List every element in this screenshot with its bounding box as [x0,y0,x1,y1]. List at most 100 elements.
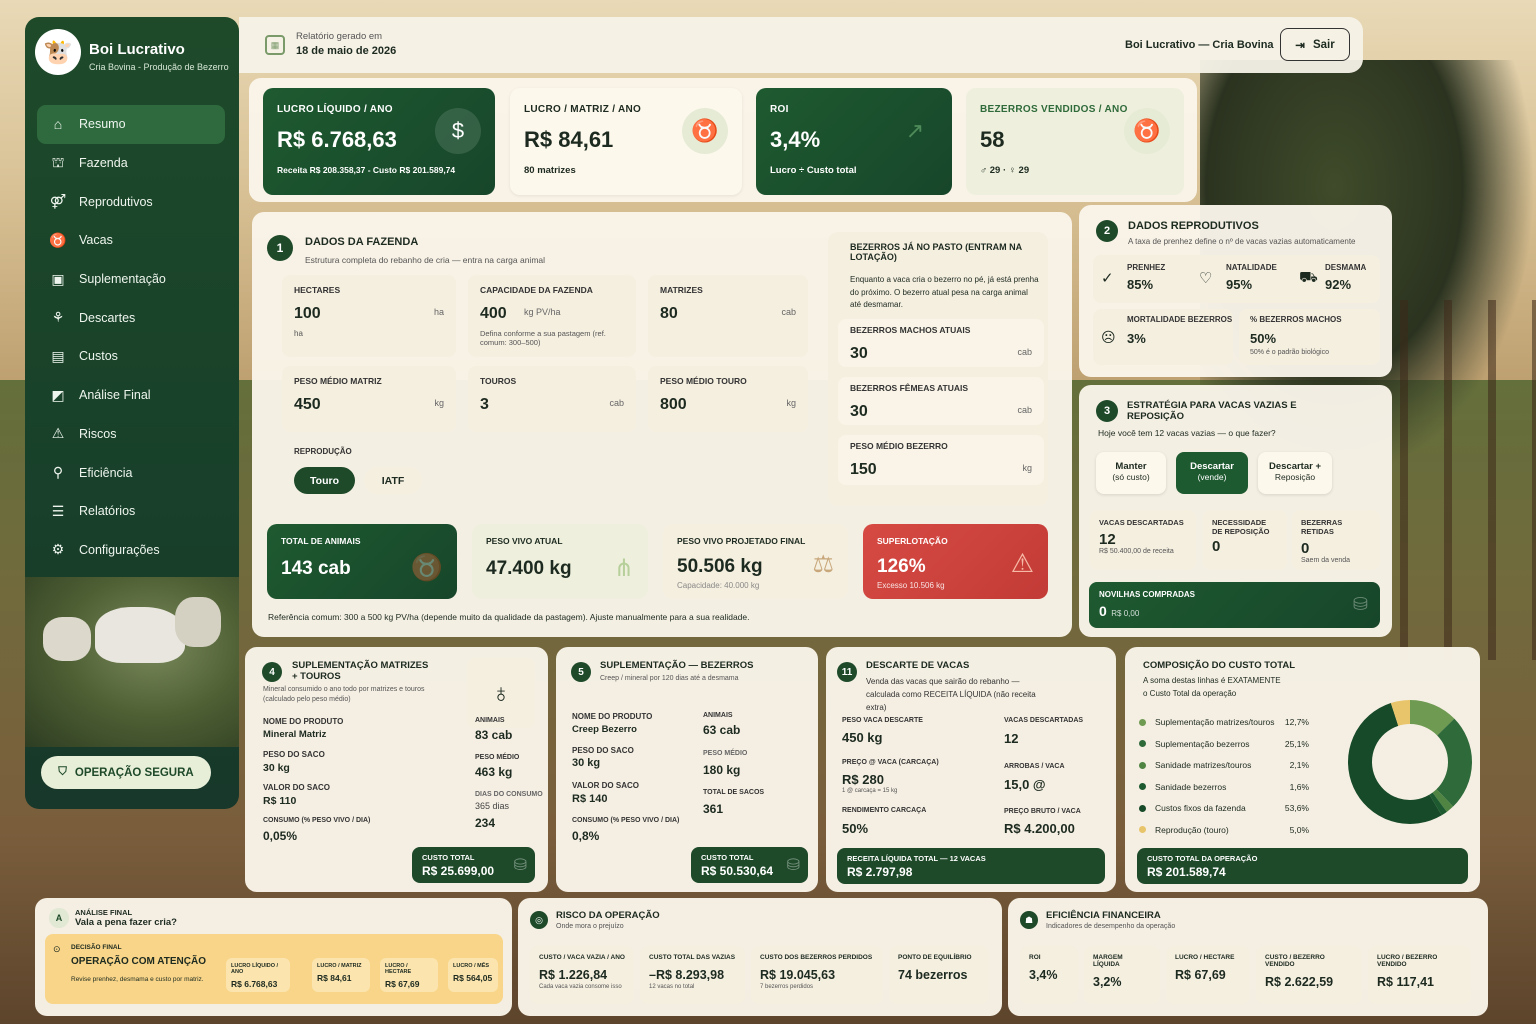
sidebar-item-riscos[interactable]: ⚠ Riscos [37,415,225,454]
metric-value: R$ 19.045,63 [760,968,836,982]
capacity-field[interactable]: CAPACIDADE DA FAZENDA 400 kg PV/ha Defin… [468,275,636,357]
arrobas-value: 15,0 @ [1004,777,1046,792]
sidebar-item-vacas[interactable]: ♉ Vacas [37,221,225,260]
app-subtitle: Cria Bovina - Produção de Bezerro [89,62,229,72]
field-label: PREÇO BRUTO / VACA [1004,808,1081,815]
metric-label: PONTO DE EQUILÍBRIO [898,954,972,961]
strategy-option-discard[interactable]: Descartar (vende) [1176,452,1248,494]
calf-weight-field[interactable]: PESO MÉDIO BEZERRO 150 kg [838,435,1044,485]
repro-option-touro[interactable]: Touro [294,467,355,494]
field-value: 80 [660,305,678,322]
section-subtitle: Hoje você tem 12 vacas vazias — o que fa… [1098,428,1276,438]
app-name: Boi Lucrativo [89,41,185,58]
calves-male-field[interactable]: BEZERROS MACHOS ATUAIS 30 cab [838,319,1044,367]
supplement-matrizes-total: CUSTO TOTAL R$ 25.699,00 ⛁ [412,847,535,883]
legend-item: Suplementação bezerros 25,1% [1139,737,1309,751]
repro-option-iatf[interactable]: IATF [364,467,422,494]
arroba-price-value[interactable]: R$ 280 [842,772,884,787]
strategy-option-discard-replace[interactable]: Descartar + Reposição [1258,452,1332,494]
heart-icon: ♡ [1199,270,1213,287]
field-label: CONSUMO (% PESO VIVO / DIA) [572,817,680,824]
avg-weight-value: 463 kg [475,765,513,779]
legend-percent: 53,6% [1284,803,1309,813]
donut-slice-2 [1436,718,1472,807]
coins-icon: ⛁ [786,857,800,874]
bag-price-value[interactable]: R$ 140 [572,793,607,805]
kpi-calves-sold: BEZERROS VENDIDOS / ANO 58 ♂ 29 · ♀ 29 ♉ [966,88,1184,195]
sidebar-item-relatorios[interactable]: ☰ Relatórios [37,492,225,531]
section-subtitle: Onde mora o prejuízo [556,923,624,930]
discard-weight-value[interactable]: 450 kg [842,730,882,745]
legend-label: Suplementação matrizes/touros [1155,717,1275,727]
logout-button[interactable]: ⇥ Sair [1280,28,1350,61]
stat-hint: Saem da venda [1301,557,1351,564]
field-label: PESO DO SACO [572,746,634,755]
calves-female-field[interactable]: BEZERROS FÊMEAS ATUAIS 30 cab [838,377,1044,425]
stat-hint: R$ 50.400,00 de receita [1099,548,1174,555]
birth-rate-value[interactable]: 95% [1226,277,1252,292]
field-label: MATRIZES [660,285,703,295]
kpi-panel: LUCRO LÍQUIDO / ANO R$ 6.768,63 Receita … [249,78,1197,202]
metric-value: R$ 117,41 [1377,975,1434,989]
top-header: ▦ Relatório gerado em 18 de maio de 2026… [239,17,1363,73]
peso-matriz-field[interactable]: PESO MÉDIO MATRIZ 450 kg [282,366,456,432]
field-label: PESO DO SACO [263,750,325,759]
sidebar-item-label: Análise Final [79,388,151,403]
bag-price-value[interactable]: R$ 110 [263,795,296,807]
option-label: Descartar + [1268,461,1322,472]
efficiency-icon: ⚲ [52,464,64,481]
sidebar-item-eficiencia[interactable]: ⚲ Eficiência [37,453,225,492]
bags-value: 361 [703,802,724,816]
field-unit: kg [786,398,796,408]
discarded-count-value: 12 [1004,731,1019,746]
option-sublabel: Reposição [1274,472,1316,482]
decision-box: ⊙ DECISÃO FINAL OPERAÇÃO COM ATENÇÃO Rev… [45,934,503,1004]
stat-label: NECESSIDADE DE REPOSIÇÃO [1212,518,1270,536]
peso-touro-field[interactable]: PESO MÉDIO TOURO 800 kg [648,366,808,432]
section-subtitle: Venda das vacas que sairão do rebanho — … [866,677,1036,712]
bag-weight-value[interactable]: 30 kg [572,757,600,769]
legend-percent: 1,6% [1289,781,1309,792]
sidebar-item-configuracoes[interactable]: ⚙ Configurações [37,531,225,570]
field-value: 800 [660,396,687,413]
carcass-yield-value[interactable]: 50% [842,821,868,836]
metric-profit-month: LUCRO / MÊS R$ 564,05 [448,958,498,992]
total-value: R$ 50.530,64 [701,864,774,878]
weaning-rate-value[interactable]: 92% [1325,277,1351,292]
matrizes-field[interactable]: MATRIZES 80 cab [648,275,808,357]
product-name-value[interactable]: Creep Bezerro [572,724,637,735]
product-name-value[interactable]: Mineral Matriz [263,729,326,740]
field-unit: kg [1022,463,1032,473]
touros-field[interactable]: TOUROS 3 cab [468,366,636,432]
consumption-value[interactable]: 0,05% [263,829,297,843]
field-value: 450 [294,396,321,413]
metric-label: LUCRO LÍQUIDO / ANO [231,963,279,975]
metric-value: –R$ 8.293,98 [649,968,725,982]
strategy-option-keep[interactable]: Manter (só custo) [1096,452,1166,494]
safe-operation-badge[interactable]: ⛉ OPERAÇÃO SEGURA [41,756,211,789]
section-title: SUPLEMENTAÇÃO — BEZERROS [600,660,754,671]
metric-label: LUCRO / BEZERRO VENDIDO [1377,954,1438,968]
pregnancy-rate-value[interactable]: 85% [1127,277,1153,292]
sidebar-item-reprodutivos[interactable]: ⚤ Reprodutivos [37,182,225,221]
sidebar-item-descartes[interactable]: ⚘ Descartes [37,298,225,337]
sidebar-item-custos[interactable]: ▤ Custos [37,337,225,376]
capacity-reference-note: Referência comum: 300 a 500 kg PV/ha (de… [268,612,750,622]
consumption-value[interactable]: 0,8% [572,829,599,843]
card-label: TOTAL DE ANIMAIS [281,536,361,546]
grass-icon: ⋔ [613,555,634,582]
warning-circle-icon: ⊙ [53,944,61,954]
stat-value: 0 [1301,540,1310,557]
supplement-calves-panel: 5 SUPLEMENTAÇÃO — BEZERROS Creep / miner… [556,647,818,892]
bag-weight-value[interactable]: 30 kg [263,762,290,774]
sidebar-item-resumo[interactable]: ⌂ Resumo [37,105,225,144]
kpi-sub: Receita R$ 208.358,37 - Custo R$ 201.589… [277,165,456,175]
sidebar-item-analise-final[interactable]: ◩ Análise Final [37,376,225,415]
supplement-calves-total: CUSTO TOTAL R$ 50.530,64 ⛁ [691,847,808,883]
kpi-net-profit: LUCRO LÍQUIDO / ANO R$ 6.768,63 Receita … [263,88,495,195]
field-label: DIAS DO CONSUMO [475,791,543,798]
hectares-field[interactable]: HECTARES 100 ha ha [282,275,456,357]
option-sublabel: (só custo) [1112,472,1150,482]
sidebar-item-suplementacao[interactable]: ▣ Suplementação [37,260,225,299]
sidebar-item-fazenda[interactable]: ⛫ Fazenda [37,144,225,183]
